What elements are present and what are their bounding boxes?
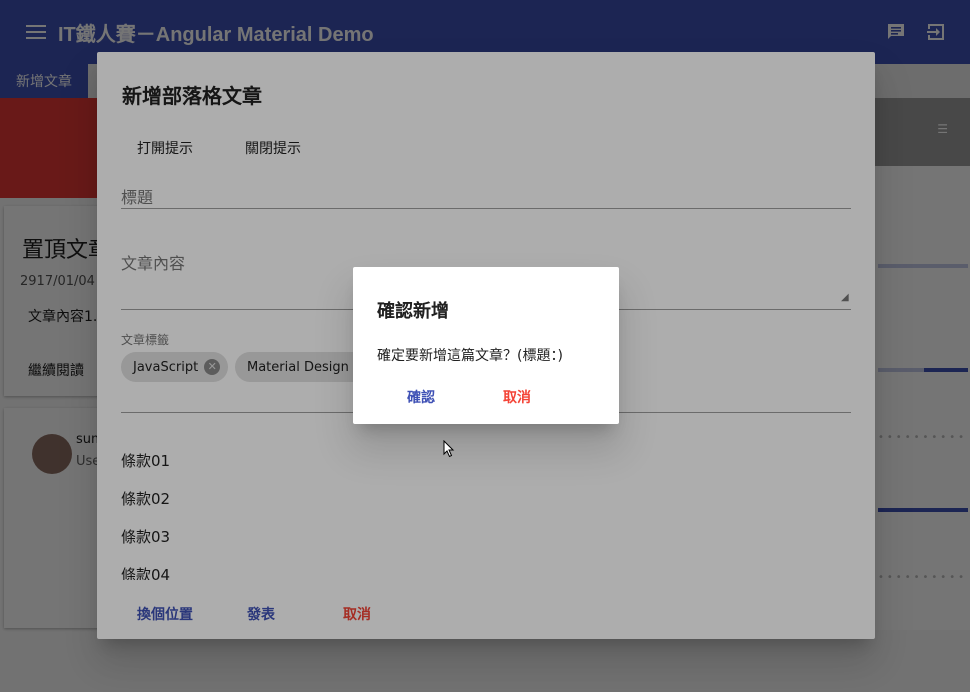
confirm-dialog: 確認新增 確定要新增這篇文章？(標題：) 確認 取消 xyxy=(353,267,619,424)
confirm-title: 確認新增 xyxy=(377,301,449,322)
mouse-cursor-icon xyxy=(443,440,455,458)
confirm-ok-button[interactable]: 確認 xyxy=(393,383,449,411)
confirm-cancel-button[interactable]: 取消 xyxy=(489,383,545,411)
confirm-message: 確定要新增這篇文章？(標題：) xyxy=(377,348,563,364)
